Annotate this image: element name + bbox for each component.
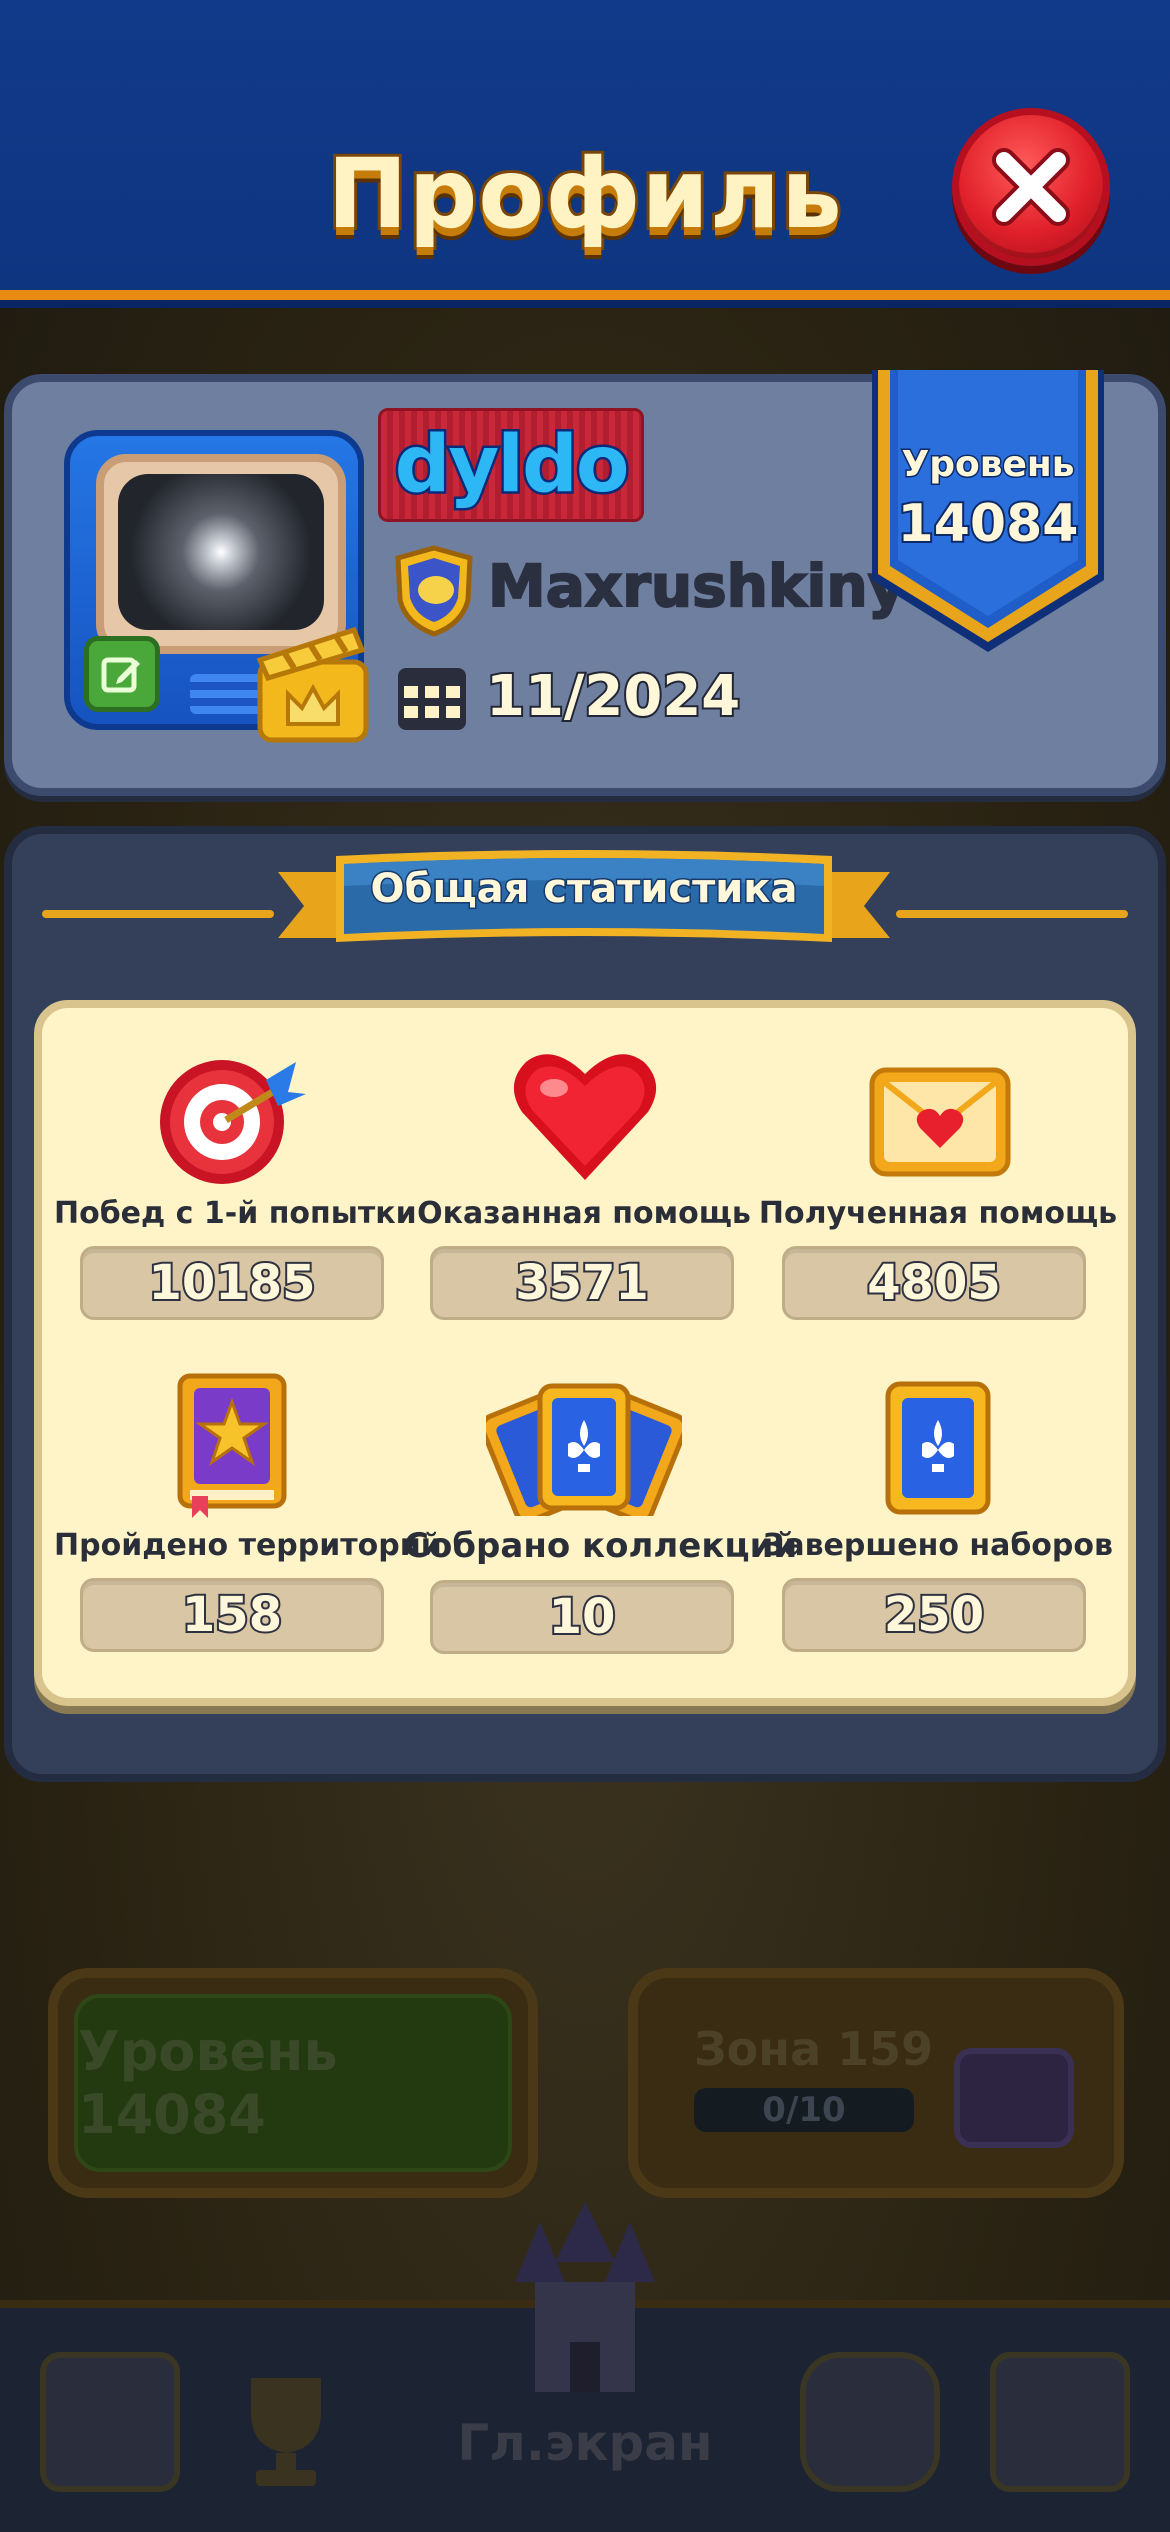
stat-value-box: 250	[782, 1578, 1086, 1652]
castle-icon	[495, 2202, 675, 2392]
close-icon	[992, 148, 1070, 226]
target-icon	[156, 1050, 308, 1186]
stat-value-help-received: 4805	[865, 1253, 1003, 1313]
profile-header: Профиль	[0, 0, 1170, 308]
stat-value-help-given: 3571	[513, 1253, 651, 1313]
bg-level-button-label: Уровень 14084	[74, 1994, 512, 2172]
card-icon	[884, 1380, 992, 1516]
heart-icon	[510, 1048, 660, 1184]
stat-label-first-try-wins: Побед с 1-й попытки	[54, 1196, 417, 1231]
stat-value-box: 4805	[782, 1246, 1086, 1320]
bg-home-label: Гл.экран	[457, 2414, 713, 2472]
stat-value-box: 10	[430, 1580, 734, 1654]
stat-label-territories-passed: Пройдено территорий	[54, 1528, 442, 1563]
stat-label-help-given: Оказанная помощь	[417, 1196, 751, 1231]
join-date: 11/2024	[484, 662, 742, 731]
chest-icon	[954, 2048, 1074, 2148]
level-label: Уровень	[900, 443, 1076, 487]
stat-label-collections-gathered: Собрано коллекций	[404, 1526, 798, 1566]
bg-zone-button: Зона 159 0/10	[628, 1968, 1124, 2198]
stat-value-territories-passed: 158	[180, 1585, 284, 1645]
bg-zone-progress: 0/10	[694, 2088, 914, 2132]
player-name-plate: dyldo	[378, 408, 644, 522]
card-fan-icon	[480, 1380, 688, 1524]
bg-zone-title: Зона 159	[694, 2022, 934, 2076]
bg-level-button: Уровень 14084	[48, 1968, 538, 2198]
envelope-icon	[868, 1064, 1012, 1180]
calendar-icon	[396, 664, 468, 732]
edit-avatar-button[interactable]	[84, 636, 160, 712]
stat-value-collections-gathered: 10	[547, 1587, 618, 1647]
stat-value-first-try-wins: 10185	[147, 1253, 318, 1313]
stat-label-help-received: Полученная помощь	[758, 1196, 1118, 1231]
clapper-crown-badge-icon	[254, 616, 372, 746]
ribbon-line-left	[42, 910, 274, 918]
team-shield-icon	[392, 544, 476, 638]
edit-icon	[101, 657, 140, 693]
level-value: 14084	[896, 492, 1081, 556]
stat-value-box: 158	[80, 1578, 384, 1652]
stat-value-box: 10185	[80, 1246, 384, 1320]
close-button[interactable]	[952, 108, 1110, 266]
ribbon-line-right	[896, 910, 1128, 918]
stat-value-sets-completed: 250	[882, 1585, 986, 1645]
stat-label-sets-completed: Завершено наборов	[763, 1528, 1113, 1563]
section-title: Общая статистика	[369, 865, 799, 914]
player-name: dyldo	[392, 418, 632, 513]
star-book-icon	[176, 1372, 288, 1518]
stat-value-box: 3571	[430, 1246, 734, 1320]
team-name[interactable]: Maxrushkiny	[487, 551, 907, 621]
